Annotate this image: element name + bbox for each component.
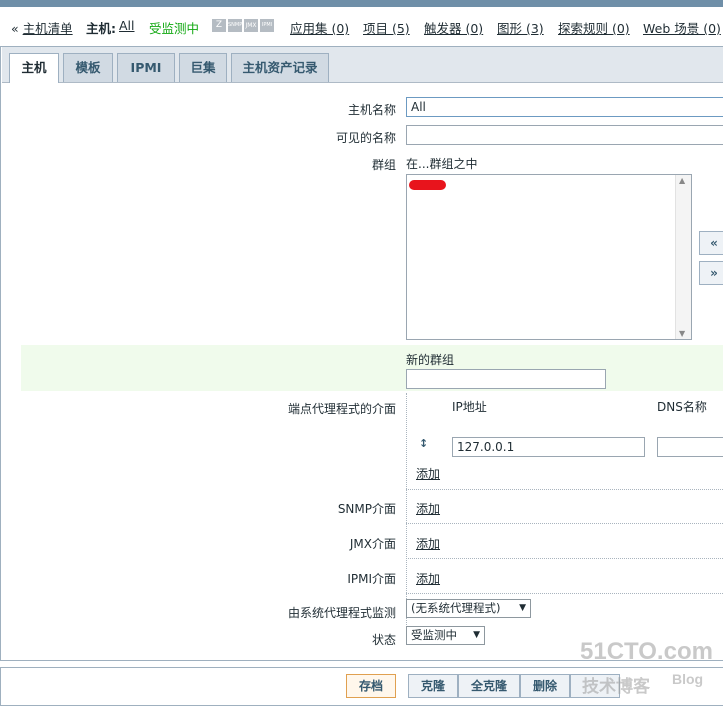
move-group-right-button[interactable]: » (699, 261, 723, 285)
scroll-up-icon[interactable]: ▲ (679, 176, 685, 185)
tab-bar: 主机 模板 IPMI 巨集 主机资产记录 (2, 47, 723, 83)
snmp-interfaces-label: SNMP介面 (337, 502, 396, 516)
status-select-value: 受监测中 (411, 628, 457, 642)
new-group-row (21, 345, 723, 391)
drag-handle-icon[interactable]: ↕ (419, 437, 428, 450)
ip-address-header: IP地址 (452, 400, 487, 414)
tab-host[interactable]: 主机 (9, 53, 59, 83)
agent-ip-input[interactable] (452, 437, 645, 457)
add-ipmi-interface-link[interactable]: 添加 (416, 570, 440, 587)
header-strip (0, 0, 723, 7)
snmp-availability-icon: SNMP (228, 19, 242, 32)
jmx-interfaces-label: JMX介面 (349, 537, 396, 551)
items-link[interactable]: 项目 (5) (363, 18, 410, 37)
host-name-label: 主机名称 (347, 103, 396, 117)
clone-button[interactable]: 克隆 (408, 674, 458, 698)
separator-agent (406, 489, 723, 490)
add-jmx-interface-link[interactable]: 添加 (416, 535, 440, 552)
proxy-select[interactable]: (无系统代理程式) ▼ (406, 599, 531, 618)
separator-jmx (406, 558, 723, 559)
discovery-rules-link[interactable]: 探索规则 (0) (558, 18, 630, 37)
agent-dns-input[interactable] (657, 437, 723, 457)
watermark: 51CTO.com 技术博客 Blog (580, 638, 720, 698)
ipmi-availability-icon: IPMI (260, 19, 274, 32)
host-all-link[interactable]: All (119, 18, 135, 33)
zabbix-availability-icon: Z (212, 19, 226, 32)
watermark-sub: 技术博客 (582, 677, 650, 697)
graphs-link[interactable]: 图形 (3) (497, 18, 544, 37)
tab-templates[interactable]: 模板 (63, 53, 113, 82)
status-select[interactable]: 受监测中 ▼ (406, 626, 485, 645)
separator-ipmi (406, 593, 723, 594)
redacted-group-entry[interactable] (409, 180, 446, 190)
add-snmp-interface-link[interactable]: 添加 (416, 500, 440, 517)
jmx-availability-icon: JMX (244, 19, 258, 32)
back-to-host-list[interactable]: « 主机清单 (11, 18, 73, 37)
save-button[interactable]: 存档 (346, 674, 396, 698)
status-label: 状态 (371, 633, 396, 647)
separator-snmp (406, 523, 723, 524)
scroll-down-icon[interactable]: ▼ (679, 329, 685, 338)
chevron-down-icon: ▼ (473, 630, 480, 640)
applications-link[interactable]: 应用集 (0) (290, 18, 349, 37)
tab-inventory[interactable]: 主机资产记录 (231, 53, 329, 82)
visible-name-label: 可见的名称 (335, 131, 396, 145)
full-clone-button[interactable]: 全克隆 (458, 674, 520, 698)
groups-label: 群组 (371, 158, 396, 172)
groups-listbox[interactable]: ▲ ▼ (406, 174, 692, 340)
tab-ipmi[interactable]: IPMI (117, 53, 175, 82)
host-name-input[interactable] (406, 97, 723, 117)
add-agent-interface-link[interactable]: 添加 (416, 465, 440, 482)
proxy-select-value: (无系统代理程式) (411, 601, 501, 615)
ipmi-interfaces-label: IPMI介面 (347, 572, 396, 586)
chevron-down-icon: ▼ (519, 603, 526, 613)
proxy-label: 由系统代理程式监测 (287, 606, 396, 620)
triggers-link[interactable]: 触发器 (0) (424, 18, 483, 37)
watermark-site: 51CTO.com (580, 638, 713, 665)
listbox-scrollbar[interactable]: ▲ ▼ (675, 175, 691, 339)
new-group-input[interactable] (406, 369, 606, 389)
watermark-blog: Blog (672, 671, 704, 687)
web-scenarios-link[interactable]: Web 场景 (0) (643, 18, 721, 37)
agent-interfaces-label: 端点代理程式的介面 (287, 402, 396, 416)
visible-name-input[interactable] (406, 125, 723, 145)
dns-name-header: DNS名称 (657, 400, 707, 414)
delete-button[interactable]: 删除 (520, 674, 570, 698)
status-monitored: 受监测中 (149, 21, 200, 36)
host-nav-bar: « 主机清单 主机: All 受监测中 Z SNMP JMX IPMI 应用集 … (0, 12, 723, 38)
tab-macros[interactable]: 巨集 (179, 53, 227, 82)
new-group-label: 新的群组 (406, 353, 455, 367)
host-prefix: 主机: (86, 21, 116, 36)
host-list-link[interactable]: 主机清单 (23, 21, 73, 36)
move-group-left-button[interactable]: « (699, 231, 723, 255)
in-groups-label: 在...群组之中 (406, 157, 478, 171)
